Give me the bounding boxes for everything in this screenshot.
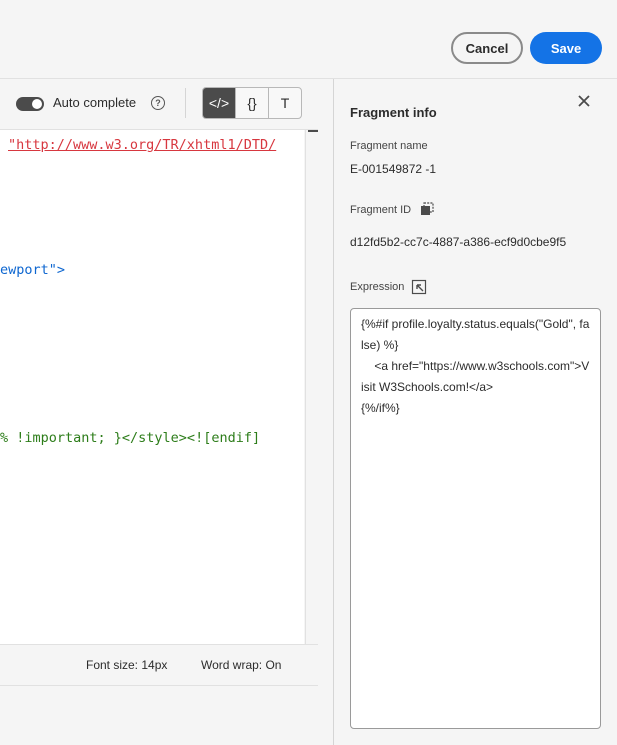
editor-status-bar: Font size: 14px Word wrap: On: [0, 644, 318, 686]
close-icon[interactable]: [574, 91, 594, 111]
editor-toolbar: Auto complete ? </> {} T: [0, 79, 318, 130]
code-line: "http://www.w3.org/TR/xhtml1/DTD/: [8, 137, 277, 153]
toolbar-divider: [185, 88, 186, 118]
autocomplete-label: Auto complete: [53, 95, 137, 110]
text-mode-button[interactable]: T: [268, 88, 301, 118]
help-icon[interactable]: ?: [151, 96, 165, 110]
expression-field[interactable]: {%#if profile.loyalty.status.equals("Gol…: [350, 308, 601, 729]
toggle-knob: [32, 99, 42, 109]
fragment-name-value: E-001549872 -1: [350, 162, 437, 176]
scrollbar-thumb[interactable]: [308, 130, 318, 132]
word-wrap-status[interactable]: Word wrap: On: [201, 658, 281, 672]
editor-mode-group: </> {} T: [202, 87, 302, 119]
fragment-id-value: d12fd5b2-cc7c-4887-a386-ecf9d0cbe9f5: [350, 235, 567, 249]
open-in-editor-icon[interactable]: [411, 279, 427, 295]
code-mode-button[interactable]: </>: [203, 88, 235, 118]
autocomplete-toggle[interactable]: [16, 97, 44, 111]
code-line: % !important; }</style><![endif]: [0, 430, 261, 446]
expression-label: Expression: [350, 281, 405, 293]
fragment-info-panel: Fragment info Fragment name E-001549872 …: [334, 79, 617, 745]
code-area[interactable]: "http://www.w3.org/TR/xhtml1/DTD/ ewport…: [0, 130, 304, 644]
copy-icon[interactable]: [420, 202, 434, 216]
json-mode-button[interactable]: {}: [235, 88, 268, 118]
font-size-status[interactable]: Font size: 14px: [86, 658, 167, 672]
panel-title: Fragment info: [350, 105, 437, 120]
code-editor-pane: Auto complete ? </> {} T "http://www.w3.…: [0, 79, 319, 745]
fragment-id-label: Fragment ID: [350, 204, 412, 216]
fragment-name-label: Fragment name: [350, 140, 428, 152]
code-line: ewport">: [0, 262, 66, 278]
top-bar: Cancel Save: [0, 0, 617, 79]
save-button[interactable]: Save: [530, 32, 602, 64]
cancel-button[interactable]: Cancel: [451, 32, 523, 64]
editor-scrollbar[interactable]: [305, 130, 319, 644]
